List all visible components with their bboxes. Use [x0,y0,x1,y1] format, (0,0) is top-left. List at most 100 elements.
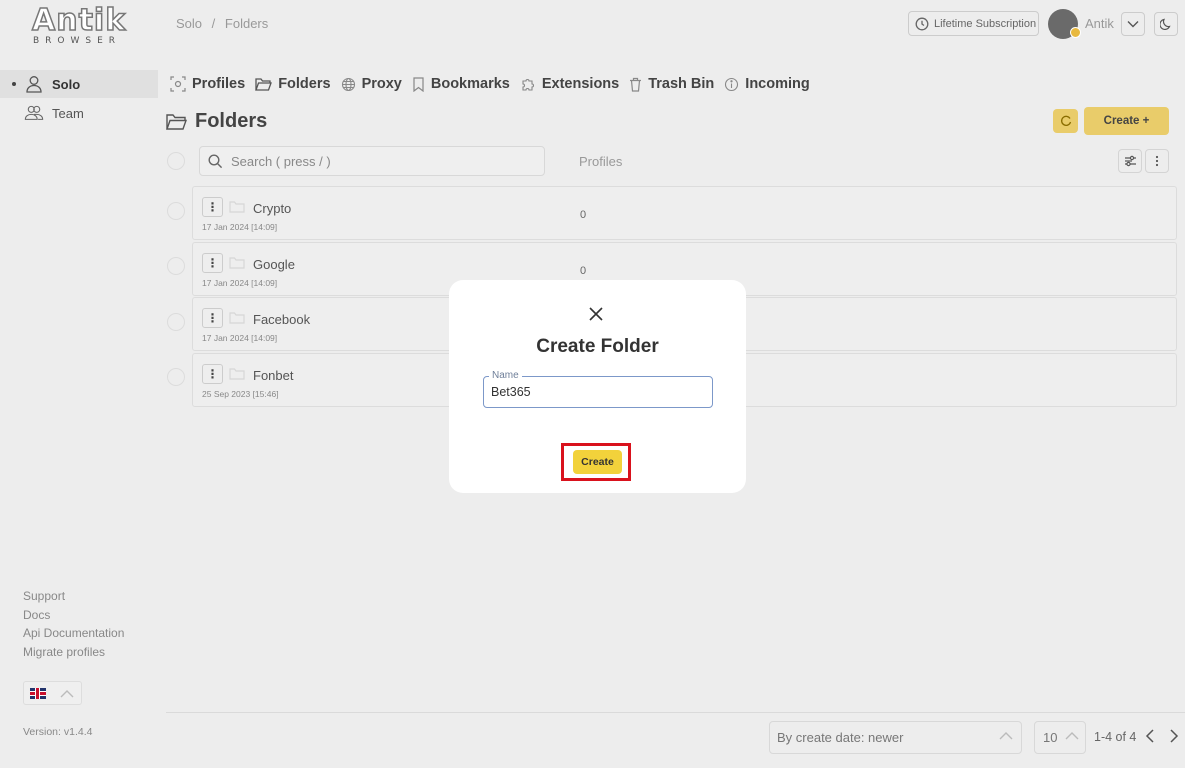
tab-label: Incoming [745,76,810,92]
more-options-button[interactable] [1145,149,1169,173]
per-page-value: 10 [1043,730,1058,745]
tab-profiles[interactable]: Profiles [170,76,245,92]
create-folder-button[interactable]: Create + [1084,107,1169,135]
row-checkbox[interactable] [167,202,185,220]
logo-subtext: BROWSER [33,36,122,46]
row-checkbox[interactable] [167,313,185,331]
sidebar-item-team[interactable]: Team [0,99,158,127]
folder-date: 17 Jan 2024 [14:09] [202,278,278,288]
modal-title: Create Folder [536,336,659,357]
folder-icon [229,257,245,269]
tab-proxy[interactable]: Proxy [341,76,402,92]
create-folder-modal: Create Folder Name Create [449,280,746,493]
sidebar-item-label: Team [52,105,84,121]
folder-name-field[interactable]: Name [483,370,713,408]
profile-count: 0 [580,265,587,277]
profile-count: 0 [580,209,587,221]
uk-flag-icon [30,687,46,699]
filter-button[interactable] [1118,149,1142,173]
bookmark-icon [413,76,424,92]
tab-label: Bookmarks [430,76,510,92]
folder-icon [229,312,245,324]
subscription-button[interactable]: Lifetime Subscription [908,11,1039,36]
folder-icon [229,201,245,213]
tab-bookmarks[interactable]: Bookmarks [412,76,510,92]
language-selector[interactable] [23,681,82,705]
tab-label: Folders [278,76,331,92]
clock-icon [915,17,929,30]
folder-icon [229,368,245,380]
page-title-text: Folders [195,110,268,132]
avatar[interactable] [1048,9,1081,39]
theme-toggle-button[interactable] [1154,12,1178,36]
row-checkbox[interactable] [167,257,185,275]
table-row[interactable]: ⋮ Crypto 17 Jan 2024 [14:09] 0 [192,186,1177,240]
tab-trash-bin[interactable]: Trash Bin [629,76,714,92]
page-title: Folders [166,110,267,133]
next-page-icon[interactable] [1169,728,1179,744]
tab-label: Trash Bin [648,76,715,92]
close-icon[interactable] [588,306,604,322]
api-docs-link[interactable]: Api Documentation [23,624,124,643]
logo-text: Antik [31,3,127,38]
chevron-down-icon [1127,21,1139,28]
subscription-label: Lifetime Subscription [934,17,1037,30]
trash-icon [630,77,642,92]
sidebar-item-label: Solo [52,76,81,92]
select-all-checkbox[interactable] [167,152,185,170]
per-page-select[interactable]: 10 [1034,721,1086,754]
footer-divider [166,712,1185,713]
folder-icon [255,77,273,91]
docs-link[interactable]: Docs [23,606,124,625]
chevron-up-icon [1065,732,1079,740]
version-text: Version: v1.4.4 [23,726,93,738]
row-menu-button[interactable]: ⋮ [202,197,223,217]
tab-extensions[interactable]: Extensions [520,76,619,92]
breadcrumb: Solo / Folders [176,16,274,31]
tab-label: Extensions [541,76,620,92]
previous-page-icon[interactable] [1145,728,1155,744]
sort-select[interactable]: By create date: newer [769,721,1022,754]
sort-value: By create date: newer [777,730,904,745]
team-icon [24,105,44,120]
moon-icon [1160,18,1171,30]
pagination-info: 1-4 of 4 [1094,730,1137,744]
folder-date: 17 Jan 2024 [14:09] [202,333,278,343]
modal-create-button[interactable]: Create [573,450,622,474]
folder-icon [166,113,187,130]
chevron-up-icon [999,732,1013,740]
sliders-icon [1124,155,1136,167]
tab-incoming[interactable]: Incoming [724,76,810,92]
folder-name-input[interactable] [491,385,701,399]
row-menu-button[interactable]: ⋮ [202,364,223,384]
refresh-icon [1060,115,1071,126]
row-menu-button[interactable]: ⋮ [202,308,223,328]
folder-name: Fonbet [253,368,294,383]
folder-name: Crypto [253,201,292,216]
user-menu-button[interactable] [1121,12,1145,36]
tab-folders[interactable]: Folders [255,76,331,92]
refresh-button[interactable] [1053,109,1078,133]
globe-icon [341,77,355,91]
search-input[interactable] [231,153,531,169]
support-link[interactable]: Support [23,587,124,606]
app-logo: Antik BROWSER [30,3,127,48]
tab-label: Proxy [361,76,402,92]
breadcrumb-solo[interactable]: Solo [176,16,202,31]
folder-name: Facebook [253,312,311,327]
tab-bar: Profiles Folders Proxy Bookmarks Extensi… [170,72,820,96]
user-icon [26,76,42,93]
row-menu-button[interactable]: ⋮ [202,253,223,273]
folder-name: Google [253,257,295,272]
row-checkbox[interactable] [167,368,185,386]
tab-label: Profiles [192,76,246,92]
sidebar: Antik BROWSER Solo Team Support Docs Api… [0,0,158,768]
search-box[interactable] [199,146,545,176]
chevron-up-icon [60,689,74,697]
sidebar-item-solo[interactable]: Solo [0,70,158,98]
breadcrumb-separator: / [211,16,216,31]
kebab-menu-icon [1155,155,1159,167]
user-name: Antik [1085,16,1114,31]
migrate-profiles-link[interactable]: Migrate profiles [23,643,124,662]
info-icon [725,77,739,91]
